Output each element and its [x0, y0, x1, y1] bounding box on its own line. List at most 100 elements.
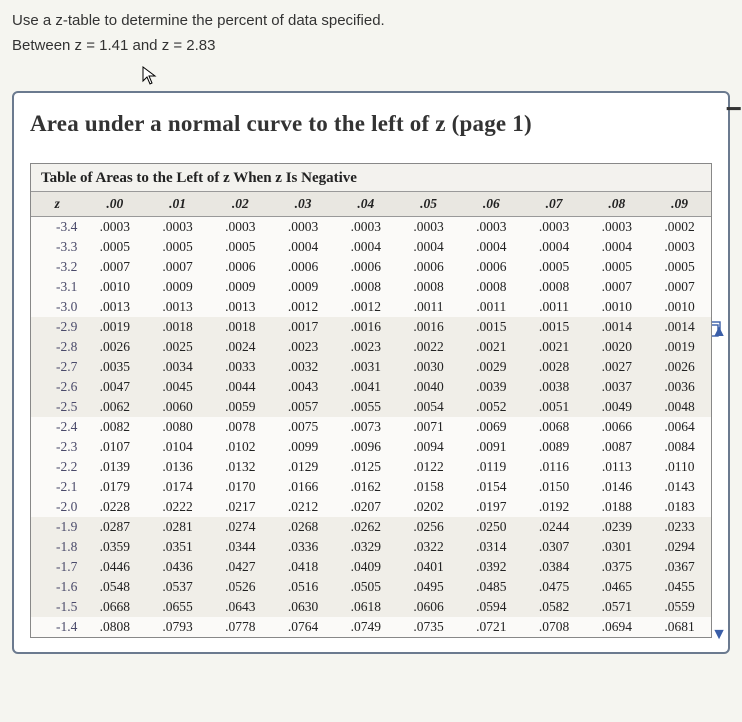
prob-cell: .0027	[585, 357, 648, 377]
collapse-icon[interactable]: −	[726, 93, 742, 125]
table-row: -1.5.0668.0655.0643.0630.0618.0606.0594.…	[31, 597, 711, 617]
prob-cell: .0708	[523, 617, 586, 637]
prob-cell: .0040	[397, 377, 460, 397]
prob-cell: .0436	[146, 557, 209, 577]
prob-cell: .0778	[209, 617, 272, 637]
prob-cell: .0015	[523, 317, 586, 337]
prob-cell: .0409	[334, 557, 397, 577]
prob-cell: .0681	[648, 617, 711, 637]
col-header: .05	[397, 192, 460, 217]
z-table-panel: − Area under a normal curve to the left …	[12, 91, 730, 654]
prob-cell: .0017	[272, 317, 335, 337]
prob-cell: .0122	[397, 457, 460, 477]
z-value-cell: -2.9	[31, 317, 83, 337]
prob-cell: .0217	[209, 497, 272, 517]
prob-cell: .0011	[397, 297, 460, 317]
prob-cell: .0030	[397, 357, 460, 377]
table-body: -3.4.0003.0003.0003.0003.0003.0003.0003.…	[31, 217, 711, 638]
prob-cell: .0057	[272, 397, 335, 417]
z-value-cell: -2.7	[31, 357, 83, 377]
table-row: -2.5.0062.0060.0059.0057.0055.0054.0052.…	[31, 397, 711, 417]
prob-cell: .0125	[334, 457, 397, 477]
prob-cell: .0021	[460, 337, 523, 357]
scroll-down-icon[interactable]: ▼	[708, 626, 730, 644]
table-row: -2.9.0019.0018.0018.0017.0016.0016.0015.…	[31, 317, 711, 337]
z-value-cell: -3.4	[31, 217, 83, 238]
prob-cell: .0250	[460, 517, 523, 537]
table-row: -2.7.0035.0034.0033.0032.0031.0030.0029.…	[31, 357, 711, 377]
table-row: -2.8.0026.0025.0024.0023.0023.0022.0021.…	[31, 337, 711, 357]
prob-cell: .0004	[397, 237, 460, 257]
prob-cell: .0089	[523, 437, 586, 457]
prob-cell: .0262	[334, 517, 397, 537]
prob-cell: .0036	[648, 377, 711, 397]
prob-cell: .0008	[397, 277, 460, 297]
prob-cell: .0004	[585, 237, 648, 257]
prob-cell: .0154	[460, 477, 523, 497]
z-value-cell: -1.9	[31, 517, 83, 537]
prob-cell: .0764	[272, 617, 335, 637]
col-header: .07	[523, 192, 586, 217]
prob-cell: .0202	[397, 497, 460, 517]
prob-cell: .0594	[460, 597, 523, 617]
prob-cell: .0003	[83, 217, 146, 238]
z-value-cell: -1.5	[31, 597, 83, 617]
prob-cell: .0427	[209, 557, 272, 577]
prob-cell: .0026	[648, 357, 711, 377]
prob-cell: .0096	[334, 437, 397, 457]
table-row: -2.2.0139.0136.0132.0129.0125.0122.0119.…	[31, 457, 711, 477]
prob-cell: .0548	[83, 577, 146, 597]
table-row: -1.4.0808.0793.0778.0764.0749.0735.0721.…	[31, 617, 711, 637]
prob-cell: .0003	[585, 217, 648, 238]
prob-cell: .0735	[397, 617, 460, 637]
cursor-icon	[142, 66, 158, 82]
prob-cell: .0082	[83, 417, 146, 437]
panel-title: Area under a normal curve to the left of…	[30, 111, 712, 137]
prob-cell: .0059	[209, 397, 272, 417]
prob-cell: .0188	[585, 497, 648, 517]
prob-cell: .0039	[460, 377, 523, 397]
z-value-cell: -3.3	[31, 237, 83, 257]
prob-cell: .0019	[648, 337, 711, 357]
prob-cell: .0192	[523, 497, 586, 517]
prob-cell: .0006	[209, 257, 272, 277]
prob-cell: .0062	[83, 397, 146, 417]
prob-cell: .0113	[585, 457, 648, 477]
prob-cell: .0087	[585, 437, 648, 457]
prob-cell: .0158	[397, 477, 460, 497]
prob-cell: .0630	[272, 597, 335, 617]
prob-cell: .0012	[272, 297, 335, 317]
z-table: z.00.01.02.03.04.05.06.07.08.09 -3.4.000…	[31, 191, 711, 637]
prob-cell: .0035	[83, 357, 146, 377]
prob-cell: .0044	[209, 377, 272, 397]
prob-cell: .0005	[209, 237, 272, 257]
prob-cell: .0102	[209, 437, 272, 457]
col-header: .09	[648, 192, 711, 217]
prob-cell: .0003	[523, 217, 586, 238]
prob-cell: .0384	[523, 557, 586, 577]
table-row: -3.3.0005.0005.0005.0004.0004.0004.0004.…	[31, 237, 711, 257]
prob-cell: .0571	[585, 597, 648, 617]
prob-cell: .0808	[83, 617, 146, 637]
col-header: .03	[272, 192, 335, 217]
prob-cell: .0009	[272, 277, 335, 297]
prob-cell: .0104	[146, 437, 209, 457]
prob-cell: .0006	[334, 257, 397, 277]
prob-cell: .0505	[334, 577, 397, 597]
prob-cell: .0005	[585, 257, 648, 277]
prob-cell: .0336	[272, 537, 335, 557]
prob-cell: .0003	[272, 217, 335, 238]
prob-cell: .0003	[460, 217, 523, 238]
prob-cell: .0034	[146, 357, 209, 377]
prob-cell: .0183	[648, 497, 711, 517]
prob-cell: .0003	[397, 217, 460, 238]
prob-cell: .0024	[209, 337, 272, 357]
prob-cell: .0668	[83, 597, 146, 617]
z-value-cell: -2.6	[31, 377, 83, 397]
prob-cell: .0003	[334, 217, 397, 238]
prob-cell: .0022	[397, 337, 460, 357]
prob-cell: .0026	[83, 337, 146, 357]
prob-cell: .0274	[209, 517, 272, 537]
prob-cell: .0002	[648, 217, 711, 238]
prob-cell: .0060	[146, 397, 209, 417]
